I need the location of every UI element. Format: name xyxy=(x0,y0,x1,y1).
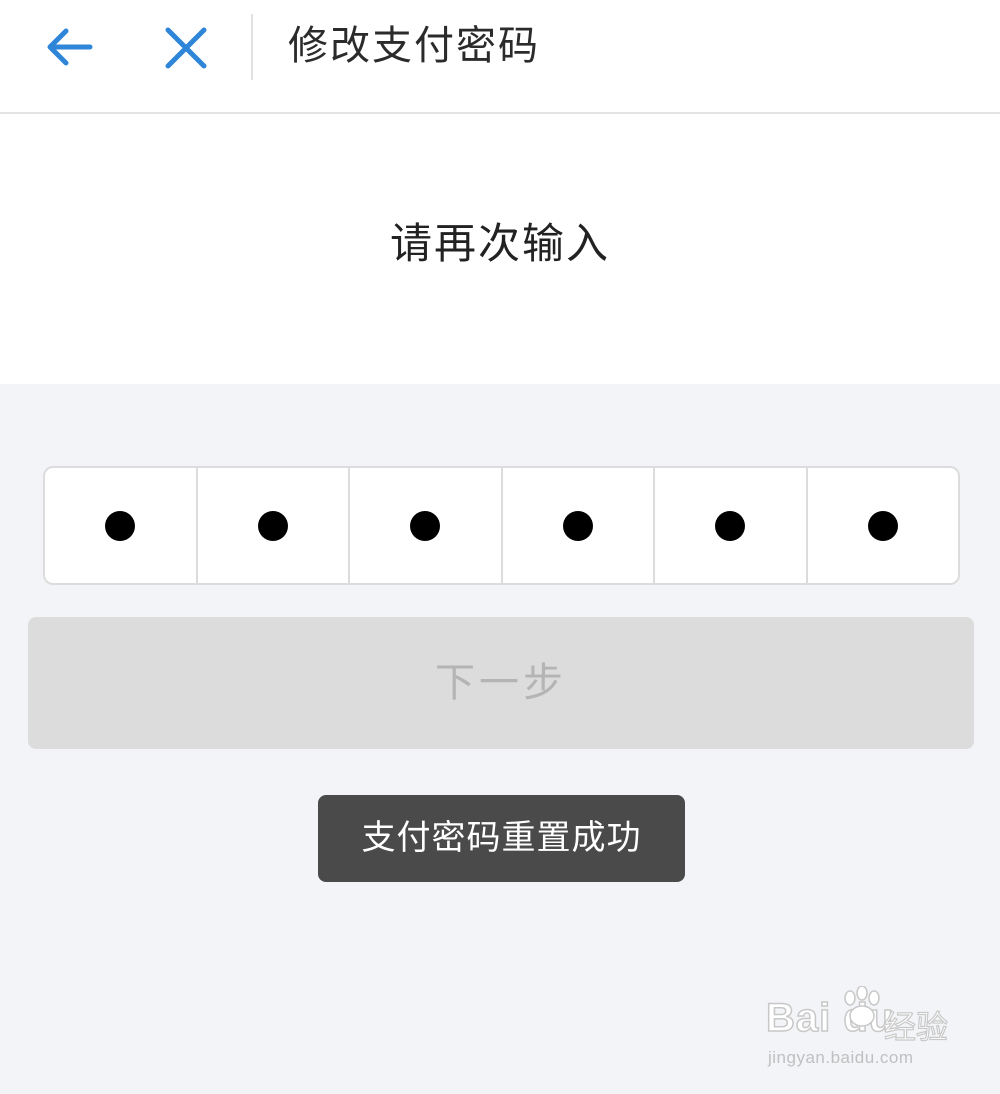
pin-cell[interactable] xyxy=(808,468,959,583)
pin-cell[interactable] xyxy=(45,468,198,583)
watermark-url: jingyan.baidu.com xyxy=(768,1048,914,1067)
close-icon xyxy=(165,27,207,69)
next-step-button[interactable]: 下一步 xyxy=(28,617,974,749)
header-divider xyxy=(251,14,253,80)
baidu-jingyan-watermark: Bai du 经验 jingyan.baidu.com xyxy=(765,984,966,1074)
pin-cell[interactable] xyxy=(350,468,503,583)
header-bar: 修改支付密码 xyxy=(0,0,1000,114)
pin-cell[interactable] xyxy=(198,468,350,583)
pin-dot-icon xyxy=(410,510,441,541)
pin-dot-icon xyxy=(715,510,746,541)
pin-dot-icon xyxy=(867,510,898,541)
pin-input[interactable] xyxy=(43,466,960,585)
page-title: 修改支付密码 xyxy=(288,23,540,69)
back-button[interactable] xyxy=(38,22,98,72)
prompt-area: 请再次输入 xyxy=(0,114,1000,384)
toast-message: 支付密码重置成功 xyxy=(318,795,685,882)
pin-cell[interactable] xyxy=(503,468,655,583)
close-button[interactable] xyxy=(158,20,214,76)
arrow-left-icon xyxy=(47,28,93,66)
pin-dot-icon xyxy=(257,510,288,541)
prompt-text: 请再次输入 xyxy=(389,219,610,268)
paw-icon xyxy=(844,986,880,1027)
pin-dot-icon xyxy=(105,510,136,541)
pin-dot-icon xyxy=(562,510,593,541)
pin-cell[interactable] xyxy=(655,468,808,583)
watermark-brand: 经验 xyxy=(883,1007,949,1046)
